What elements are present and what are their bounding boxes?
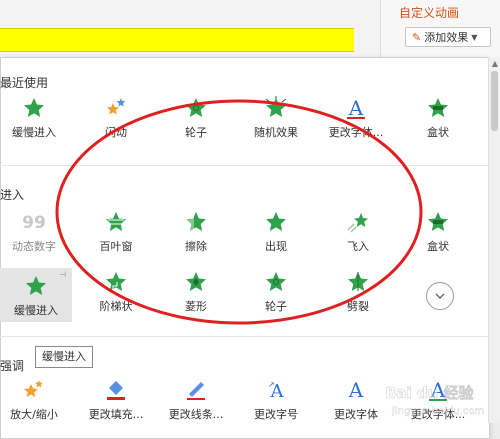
scroll-thumb[interactable] [491,71,498,131]
effect-label: 更改字体 [334,408,378,421]
effect-tile[interactable]: A 更改字体... [316,96,396,146]
section-divider [0,336,488,337]
effect-label: 出现 [265,240,287,253]
gallery-scrollbar[interactable]: ▲ [488,57,500,423]
hover-tooltip: 缓慢进入 [35,346,93,368]
favorite-pin-icon[interactable]: ⊣ [59,270,66,279]
effect-label: 缓慢进入 [14,304,58,317]
effect-label: 更改填充... [88,408,144,421]
green-box-star-icon [428,98,448,117]
green-star-split-icon [348,272,368,291]
green-star-icon [24,98,44,117]
font-A-icon: A [348,378,364,402]
svg-text:A: A [348,96,364,120]
green-star-wheel-icon [266,272,286,291]
effect-tile[interactable]: 随机效果 [236,96,316,146]
effect-tile[interactable]: A 更改字体... [398,378,478,428]
effect-tile[interactable]: 菱形 [156,270,236,320]
effect-tile[interactable]: 盒状 [398,96,478,146]
effect-tile[interactable]: 闪动 [76,96,156,146]
green-star-diamond-icon [186,272,206,291]
selected-text-box[interactable] [0,28,354,52]
effect-label: 更改字号 [254,408,298,421]
effect-tile[interactable]: A ↗ 更改字号 [236,378,316,428]
effect-tile[interactable]: 放大/缩小 [0,378,74,428]
effect-label: 更改线条... [168,408,224,421]
effect-tile[interactable]: 阶梯状 [76,270,156,320]
custom-animation-pane: 自定义动画 ✎ 添加效果 ▼ [380,0,500,60]
effect-tile[interactable]: 99 动态数字 [0,210,74,260]
effect-tile[interactable]: A 更改字体 [316,378,396,428]
effect-label: 飞入 [347,240,369,253]
effect-tile[interactable]: 百叶窗 [76,210,156,260]
effect-label: 更改字体... [410,408,466,421]
svg-text:A: A [348,378,364,402]
effect-label: 阶梯状 [99,300,133,313]
green-star-fly-icon [347,213,368,233]
green-star-blinds-icon [106,212,126,231]
pencil-icon: ✎ [412,30,422,44]
grow-shrink-icon [24,380,43,397]
font-size-icon: A↗ [268,380,285,402]
effect-label: 盒状 [427,126,449,139]
effect-label: 缓慢进入 [12,126,56,139]
add-effect-label: 添加效果 [424,31,469,44]
green-box-star-icon [428,212,448,231]
font-A-icon: A [347,96,365,120]
effect-label: 擦除 [185,240,207,253]
green-star-wipe-icon [186,212,206,232]
effect-tile[interactable]: 飞入 [318,210,398,260]
svg-text:↗: ↗ [268,380,275,389]
effect-tile[interactable]: 缓慢进入 [0,96,74,146]
fill-bucket-icon [107,381,125,400]
section-title-emphasis: 强调 [0,359,25,373]
scroll-up-icon[interactable]: ▲ [489,59,500,68]
effect-label: 闪动 [105,126,127,139]
effect-label: 菱形 [185,300,207,313]
svg-text:99: 99 [22,213,46,233]
effect-tile-selected[interactable]: ⊣ 缓慢进入 [0,268,72,322]
effect-label: 轮子 [265,300,287,313]
pane-title: 自定义动画 [399,6,460,20]
effect-tile[interactable]: 更改填充... [76,378,156,428]
green-star-burst-icon [265,96,287,117]
expand-more-button[interactable] [426,282,454,310]
effect-tile[interactable]: 盒状 [398,210,478,260]
chevron-down-icon: ▼ [471,32,478,42]
effect-label: 百叶窗 [99,240,133,253]
green-star-steps-icon [106,272,126,291]
effect-label: 动态数字 [12,240,56,253]
green-star-appear-icon [266,212,286,231]
effect-tile[interactable]: 更改线条... [156,378,236,428]
effect-tile[interactable]: 出现 [236,210,316,260]
section-divider [0,165,488,166]
effect-tile[interactable]: 轮子 [156,96,236,146]
effect-label: 劈裂 [347,300,369,313]
line-pen-icon [187,382,205,400]
multicolor-stars-icon [107,98,126,115]
effect-tile[interactable]: 擦除 [156,210,236,260]
section-title-entrance: 进入 [0,188,25,202]
effect-tile[interactable]: 劈裂 [318,270,398,320]
effect-label: 放大/缩小 [10,408,58,421]
green-star-icon [26,276,46,295]
effect-tile[interactable]: 轮子 [236,270,316,320]
effect-label: 盒状 [427,240,449,253]
section-title-recent: 最近使用 [0,76,49,90]
number-99-icon: 99 [22,213,46,233]
chevron-down-icon [435,293,445,299]
add-effect-button[interactable]: ✎ 添加效果 ▼ [405,27,491,47]
effect-label: 随机效果 [254,126,298,139]
font-color-icon: A [429,378,447,402]
svg-text:A: A [430,378,446,402]
green-star-wheel-icon [186,98,206,117]
effect-label: 更改字体... [328,126,384,139]
effect-label: 轮子 [185,126,207,139]
